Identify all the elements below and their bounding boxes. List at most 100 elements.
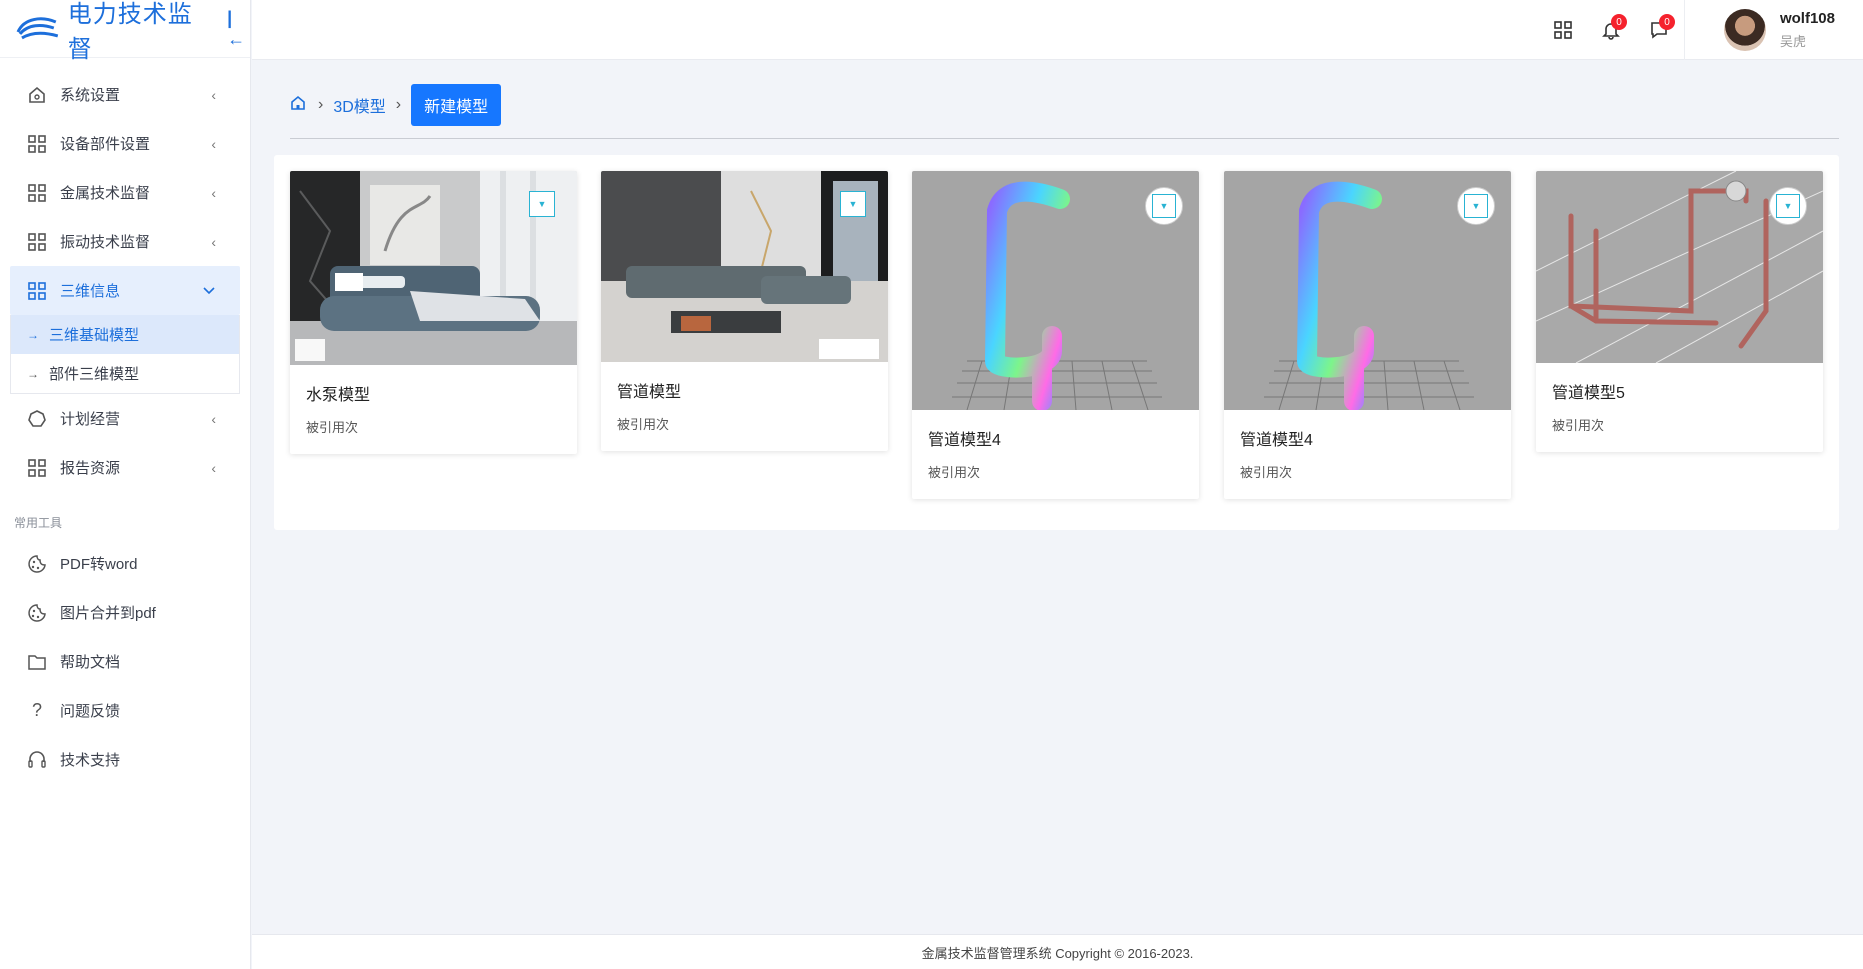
caret-down-icon: ▼ xyxy=(1464,194,1488,218)
caret-down-icon: ▼ xyxy=(537,199,547,209)
model-card[interactable]: ▼ 管道模型4 被引用次 xyxy=(912,171,1199,499)
palette-icon xyxy=(26,602,48,624)
sub-item-label: 三维基础模型 xyxy=(49,327,140,344)
card-dropdown-button[interactable]: ▼ xyxy=(1769,187,1807,225)
model-card[interactable]: ▼ 管道模型4 被引用次 xyxy=(1224,171,1511,499)
submenu-3d-info: → 三维基础模型 → 部件三维模型 xyxy=(10,315,240,394)
tool-label: 技术支持 xyxy=(60,752,121,769)
new-model-button[interactable]: 新建模型 xyxy=(411,84,502,126)
chevron-right-icon: › xyxy=(318,96,324,113)
grid-icon xyxy=(26,280,48,302)
card-body: 管道模型4 被引用次 xyxy=(1224,410,1511,499)
grid-icon xyxy=(26,133,48,155)
card-dropdown-button[interactable]: ▼ xyxy=(529,191,555,217)
chevron-left-icon: ‹ xyxy=(211,135,216,152)
sidebar-item-vibration-supervision[interactable]: 振动技术监督 ‹ xyxy=(0,217,240,266)
user-menu[interactable]: wolf108 吴虎 xyxy=(1723,9,1835,51)
chevron-left-icon: ‹ xyxy=(211,410,216,427)
card-body: 水泵模型 被引用次 xyxy=(290,365,577,454)
card-title: 管道模型5 xyxy=(1552,385,1625,402)
home-icon[interactable] xyxy=(290,95,308,116)
notifications-button[interactable]: 0 xyxy=(1587,6,1635,54)
folder-icon xyxy=(26,651,48,673)
chevron-down-icon xyxy=(202,283,216,299)
model-card[interactable]: ▼ 水泵模型 被引用次 xyxy=(290,171,577,454)
circle-icon xyxy=(26,408,48,430)
headset-icon xyxy=(26,749,48,771)
card-dropdown-button[interactable]: ▼ xyxy=(1145,187,1183,225)
collapse-left-icon[interactable]: |← xyxy=(227,8,250,50)
arrow-right-icon: → xyxy=(27,327,39,342)
tools-section-title: 常用工具 xyxy=(14,516,63,530)
header-divider xyxy=(1684,0,1685,60)
sidebar-item-report-resources[interactable]: 报告资源 ‹ xyxy=(0,443,240,492)
arrow-right-icon: → xyxy=(27,366,39,381)
model-card-panel: ▼ 水泵模型 被引用次 ▼ 管道模型 被引用次 ▼ 管道模型4 被引用次 ▼ 管… xyxy=(274,155,1839,530)
grid-icon xyxy=(26,231,48,253)
card-meta: 被引用次 xyxy=(306,420,359,435)
card-body: 管道模型5 被引用次 xyxy=(1536,363,1823,452)
question-icon: ? xyxy=(31,700,42,720)
brand-logo-icon xyxy=(16,16,59,39)
chevron-left-icon: ‹ xyxy=(211,86,216,103)
breadcrumb: › 3D模型 › 新建模型 xyxy=(290,84,502,126)
sidebar-item-label: 计划经营 xyxy=(60,411,121,428)
tool-images-to-pdf[interactable]: 图片合并到pdf xyxy=(0,588,240,637)
message-count-badge: 0 xyxy=(1659,14,1675,30)
chevron-left-icon: ‹ xyxy=(211,233,216,250)
sidebar-item-device-settings[interactable]: 设备部件设置 ‹ xyxy=(0,119,240,168)
sidebar-item-metal-supervision[interactable]: 金属技术监督 ‹ xyxy=(0,168,240,217)
card-title: 管道模型4 xyxy=(1240,432,1313,449)
sidebar-item-label: 振动技术监督 xyxy=(60,234,151,251)
user-subtitle: 吴虎 xyxy=(1779,34,1806,49)
apps-grid-icon[interactable] xyxy=(1539,6,1587,54)
sidebar-item-label: 系统设置 xyxy=(60,87,121,104)
card-dropdown-button[interactable]: ▼ xyxy=(840,191,866,217)
tool-help-docs[interactable]: 帮助文档 xyxy=(0,637,240,686)
chevron-right-icon: › xyxy=(395,96,402,113)
chevron-left-icon: ‹ xyxy=(211,459,216,476)
sub-item-part-3d-model[interactable]: → 部件三维模型 xyxy=(11,354,239,393)
model-thumbnail: ▼ xyxy=(1224,171,1511,410)
card-title: 水泵模型 xyxy=(306,387,371,404)
model-thumbnail: ▼ xyxy=(1536,171,1823,363)
copyright-text: 金属技术监督管理系统 Copyright © 2016-2023. xyxy=(921,945,1194,961)
home-settings-icon xyxy=(26,84,48,106)
card-title: 管道模型 xyxy=(617,384,682,401)
sub-item-3d-base-model[interactable]: → 三维基础模型 xyxy=(11,315,239,354)
tool-tech-support[interactable]: 技术支持 xyxy=(0,735,240,784)
model-card[interactable]: ▼ 管道模型5 被引用次 xyxy=(1536,171,1823,452)
chevron-left-icon: ‹ xyxy=(211,184,216,201)
card-meta: 被引用次 xyxy=(1552,418,1605,433)
card-dropdown-button[interactable]: ▼ xyxy=(1457,187,1495,225)
model-thumbnail: ▼ xyxy=(290,171,577,365)
tool-feedback[interactable]: ? 问题反馈 xyxy=(0,686,240,735)
sidebar-item-system-settings[interactable]: 系统设置 ‹ xyxy=(0,70,240,119)
model-card[interactable]: ▼ 管道模型 被引用次 xyxy=(601,171,888,451)
header-actions: 0 0 xyxy=(1539,0,1683,60)
tool-label: PDF转word xyxy=(60,556,138,573)
sidebar-item-label: 设备部件设置 xyxy=(60,136,151,153)
top-header: 0 0 wolf108 吴虎 xyxy=(252,0,1863,60)
caret-down-icon: ▼ xyxy=(848,199,858,209)
sidebar-item-planning[interactable]: 计划经营 ‹ xyxy=(0,394,240,443)
palette-icon xyxy=(26,553,48,575)
tool-label: 问题反馈 xyxy=(60,703,121,720)
card-title: 管道模型4 xyxy=(928,432,1001,449)
caret-down-icon: ▼ xyxy=(1152,194,1176,218)
grid-icon xyxy=(26,457,48,479)
sidebar-item-3d-info[interactable]: 三维信息 xyxy=(10,266,240,315)
card-meta: 被引用次 xyxy=(928,465,981,480)
tool-label: 帮助文档 xyxy=(60,654,121,671)
card-meta: 被引用次 xyxy=(617,417,670,432)
model-thumbnail: ▼ xyxy=(601,171,888,362)
card-body: 管道模型 被引用次 xyxy=(601,362,888,451)
sidebar-item-label: 三维信息 xyxy=(60,283,121,300)
messages-button[interactable]: 0 xyxy=(1635,6,1683,54)
tool-pdf-to-word[interactable]: PDF转word xyxy=(0,539,240,588)
sidebar-item-label: 金属技术监督 xyxy=(60,185,151,202)
footer: 金属技术监督管理系统 Copyright © 2016-2023. xyxy=(252,934,1863,969)
main-menu: 系统设置 ‹ 设备部件设置 ‹ 金属技术监督 ‹ 振动技术监督 ‹ 三维信息 →… xyxy=(0,58,250,784)
breadcrumb-3d-model[interactable]: 3D模型 xyxy=(333,93,385,117)
sidebar-item-label: 报告资源 xyxy=(60,460,121,477)
